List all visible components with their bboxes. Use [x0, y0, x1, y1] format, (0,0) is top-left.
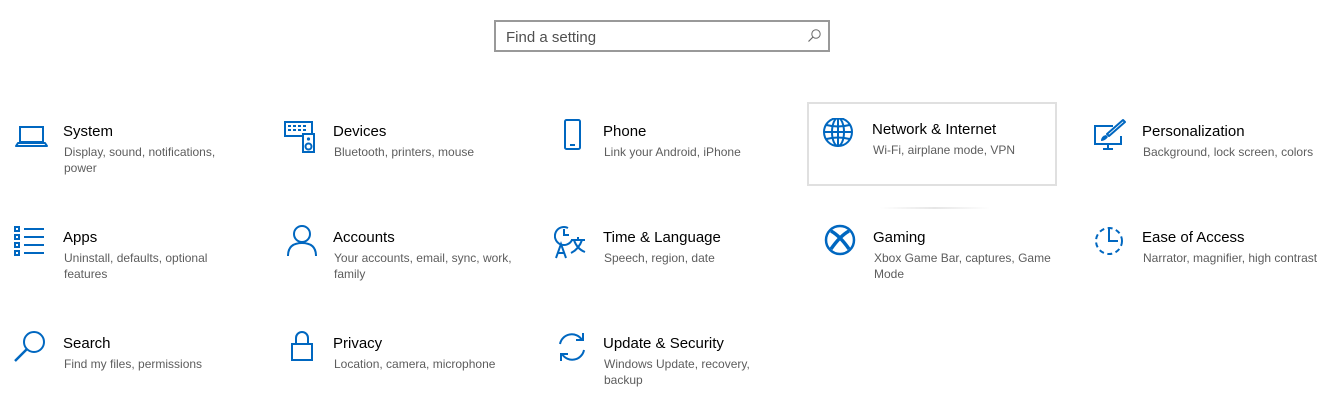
tile-personalization-description: Background, lock screen, colors: [1143, 145, 1314, 159]
tile-accounts-description: Your accounts, email, sync, work, family: [334, 251, 512, 281]
globe-icon: [822, 118, 858, 154]
tile-ease-of-access[interactable]: Ease of Access Narrator, magnifier, high…: [1081, 210, 1319, 294]
magnifier-icon: [14, 330, 50, 366]
keyboard-speaker-icon: [284, 118, 320, 154]
tile-ease-of-access-title: Ease of Access: [1142, 229, 1245, 246]
tile-privacy-title: Privacy: [333, 335, 383, 352]
search-input[interactable]: [506, 26, 796, 48]
tile-personalization[interactable]: Personalization Background, lock screen,…: [1081, 104, 1319, 188]
tile-personalization-title: Personalization: [1142, 123, 1245, 140]
padlock-icon: [284, 330, 320, 366]
tile-phone-title: Phone: [603, 123, 647, 140]
tile-system[interactable]: System Display, sound, notifications, po…: [2, 104, 252, 188]
tile-devices[interactable]: Devices Bluetooth, printers, mouse: [272, 104, 522, 188]
tile-time-language[interactable]: Time & Language Speech, region, date: [542, 210, 792, 294]
tile-update-security-description: Windows Update, recovery, backup: [604, 357, 750, 387]
hover-reveal-glow: [880, 207, 990, 209]
xbox-icon: [824, 224, 860, 260]
ease-of-access-icon: [1093, 224, 1129, 260]
tile-system-description: Display, sound, notifications, power: [64, 145, 216, 175]
tile-gaming-description: Xbox Game Bar, captures, Game Mode: [874, 251, 1051, 281]
tile-accounts-title: Accounts: [333, 229, 395, 246]
tile-phone[interactable]: Phone Link your Android, iPhone: [542, 104, 792, 188]
tile-gaming-title: Gaming: [873, 229, 926, 246]
tile-phone-description: Link your Android, iPhone: [604, 145, 741, 159]
tile-network-internet-description: Wi-Fi, airplane mode, VPN: [873, 143, 1016, 157]
tile-gaming[interactable]: Gaming Xbox Game Bar, captures, Game Mod…: [812, 210, 1062, 294]
tile-update-security-title: Update & Security: [603, 335, 724, 352]
paintbrush-monitor-icon: [1093, 118, 1129, 154]
settings-home: System Display, sound, notifications, po…: [0, 0, 1319, 416]
tile-devices-description: Bluetooth, printers, mouse: [334, 145, 475, 159]
tile-ease-of-access-description: Narrator, magnifier, high contrast: [1143, 251, 1318, 265]
person-icon: [284, 224, 320, 260]
search-box[interactable]: [494, 20, 830, 52]
tile-network-internet[interactable]: Network & Internet Wi-Fi, airplane mode,…: [807, 102, 1057, 186]
tile-devices-title: Devices: [333, 123, 387, 140]
tile-time-language-title: Time & Language: [603, 229, 721, 246]
apps-list-icon: [14, 224, 50, 260]
tile-apps-description: Uninstall, defaults, optional features: [64, 251, 208, 281]
tile-update-security[interactable]: Update & Security Windows Update, recove…: [542, 316, 792, 400]
search-icon[interactable]: [806, 28, 822, 44]
tile-system-title: System: [63, 123, 114, 140]
tile-accounts[interactable]: Accounts Your accounts, email, sync, wor…: [272, 210, 522, 294]
tile-privacy-description: Location, camera, microphone: [334, 357, 496, 371]
tile-search[interactable]: Search Find my files, permissions: [2, 316, 252, 400]
tile-time-language-description: Speech, region, date: [604, 251, 715, 265]
time-language-icon: [554, 224, 590, 260]
tile-apps-title: Apps: [63, 229, 98, 246]
laptop-icon: [14, 118, 50, 154]
tile-apps[interactable]: Apps Uninstall, defaults, optional featu…: [2, 210, 252, 294]
phone-icon: [554, 118, 590, 154]
tile-search-title: Search: [63, 335, 111, 352]
sync-arrows-icon: [554, 330, 590, 366]
tile-network-internet-title: Network & Internet: [872, 121, 997, 138]
tile-search-description: Find my files, permissions: [64, 357, 203, 371]
tile-privacy[interactable]: Privacy Location, camera, microphone: [272, 316, 522, 400]
